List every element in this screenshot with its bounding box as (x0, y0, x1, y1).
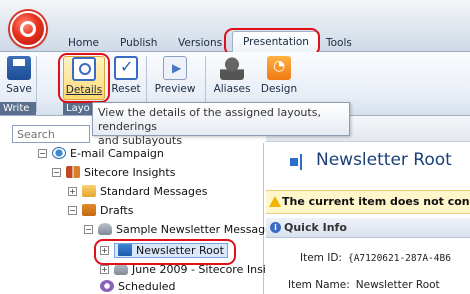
tooltip-line-2: and sublayouts (98, 134, 182, 147)
item-name-value: Newsletter Root (355, 279, 440, 291)
info-icon: i (270, 222, 281, 233)
warning-text: The current item does not cont (282, 195, 470, 208)
collapse-icon[interactable]: − (52, 168, 61, 177)
newsletter-root-highlight (94, 239, 236, 265)
tree-item-label: Standard Messages (100, 185, 208, 198)
item-id-field: Item ID: {A7120621-287A-4B6 (300, 252, 451, 264)
tree-item-label: Sitecore Insights (84, 166, 176, 179)
details-button-highlight (58, 53, 110, 103)
folder-icon (82, 185, 96, 197)
insights-icon (66, 166, 80, 178)
tree-item-label: E-mail Campaign (70, 147, 164, 160)
preview-button[interactable]: Preview (151, 56, 199, 100)
save-label: Save (6, 83, 32, 95)
tooltip-line-1: View the details of the assigned layouts… (98, 106, 321, 133)
tab-versions[interactable]: Versions (178, 36, 222, 52)
aliases-icon (220, 56, 244, 80)
expand-icon[interactable]: + (100, 265, 109, 274)
item-id-label: Item ID: (300, 252, 342, 264)
sitecore-start-button[interactable] (10, 11, 46, 47)
expand-icon[interactable]: + (68, 187, 77, 196)
collapse-icon[interactable]: − (68, 206, 77, 215)
item-name-field: Item Name: Newsletter Root (288, 279, 440, 291)
warning-bar: The current item does not cont (266, 190, 470, 214)
message-icon (98, 223, 112, 235)
design-label: Design (260, 83, 298, 95)
scheduled-icon (100, 280, 114, 292)
details-tooltip: View the details of the assigned layouts… (92, 102, 350, 147)
design-icon (267, 56, 291, 80)
campaign-icon (52, 147, 66, 159)
quick-info-header[interactable]: i Quick Info (266, 218, 470, 238)
ribbon-separator (36, 56, 37, 112)
tree-item-sitecore-insights[interactable]: − Sitecore Insights (52, 164, 175, 182)
sitecore-logo-icon (20, 21, 36, 37)
tree-item-sample-newsletter-message[interactable]: − Sample Newsletter Message (84, 221, 272, 239)
group-label-write: Write (0, 102, 36, 115)
drafts-folder-icon (82, 204, 96, 216)
content-tree: − E-mail Campaign − Sitecore Insights + Sta… (12, 143, 283, 294)
preview-label: Preview (154, 83, 196, 95)
tree-item-label: Drafts (100, 204, 134, 217)
tree-item-label: Scheduled (118, 280, 176, 293)
warning-icon (269, 196, 281, 207)
search-input[interactable] (12, 125, 90, 143)
quick-info-label: Quick Info (284, 221, 347, 234)
newsletter-root-icon (290, 154, 312, 170)
preview-icon (163, 56, 187, 80)
reset-icon (114, 56, 138, 80)
item-title: Newsletter Root (316, 150, 452, 170)
save-icon (7, 56, 31, 80)
aliases-button[interactable]: Aliases (210, 56, 254, 100)
save-button[interactable]: Save (6, 56, 32, 100)
tree-item-standard-messages[interactable]: + Standard Messages (68, 183, 207, 201)
item-id-value: {A7120621-287A-4B6 (347, 253, 451, 264)
tree-item-scheduled[interactable]: Scheduled (100, 278, 176, 294)
reset-button[interactable]: Reset (110, 56, 142, 100)
collapse-icon[interactable]: − (84, 225, 93, 234)
group-label-layout: Layo (63, 102, 93, 115)
aliases-label: Aliases (213, 83, 251, 95)
reset-label: Reset (111, 83, 141, 95)
item-name-label: Item Name: (288, 279, 350, 291)
tree-item-drafts[interactable]: − Drafts (68, 202, 133, 220)
collapse-icon[interactable]: − (38, 149, 47, 158)
design-button[interactable]: Design (259, 56, 299, 100)
tab-publish[interactable]: Publish (120, 36, 157, 52)
tab-tools[interactable]: Tools (326, 36, 352, 52)
tree-item-label: Sample Newsletter Message (116, 223, 272, 236)
tab-home[interactable]: Home (68, 36, 99, 52)
